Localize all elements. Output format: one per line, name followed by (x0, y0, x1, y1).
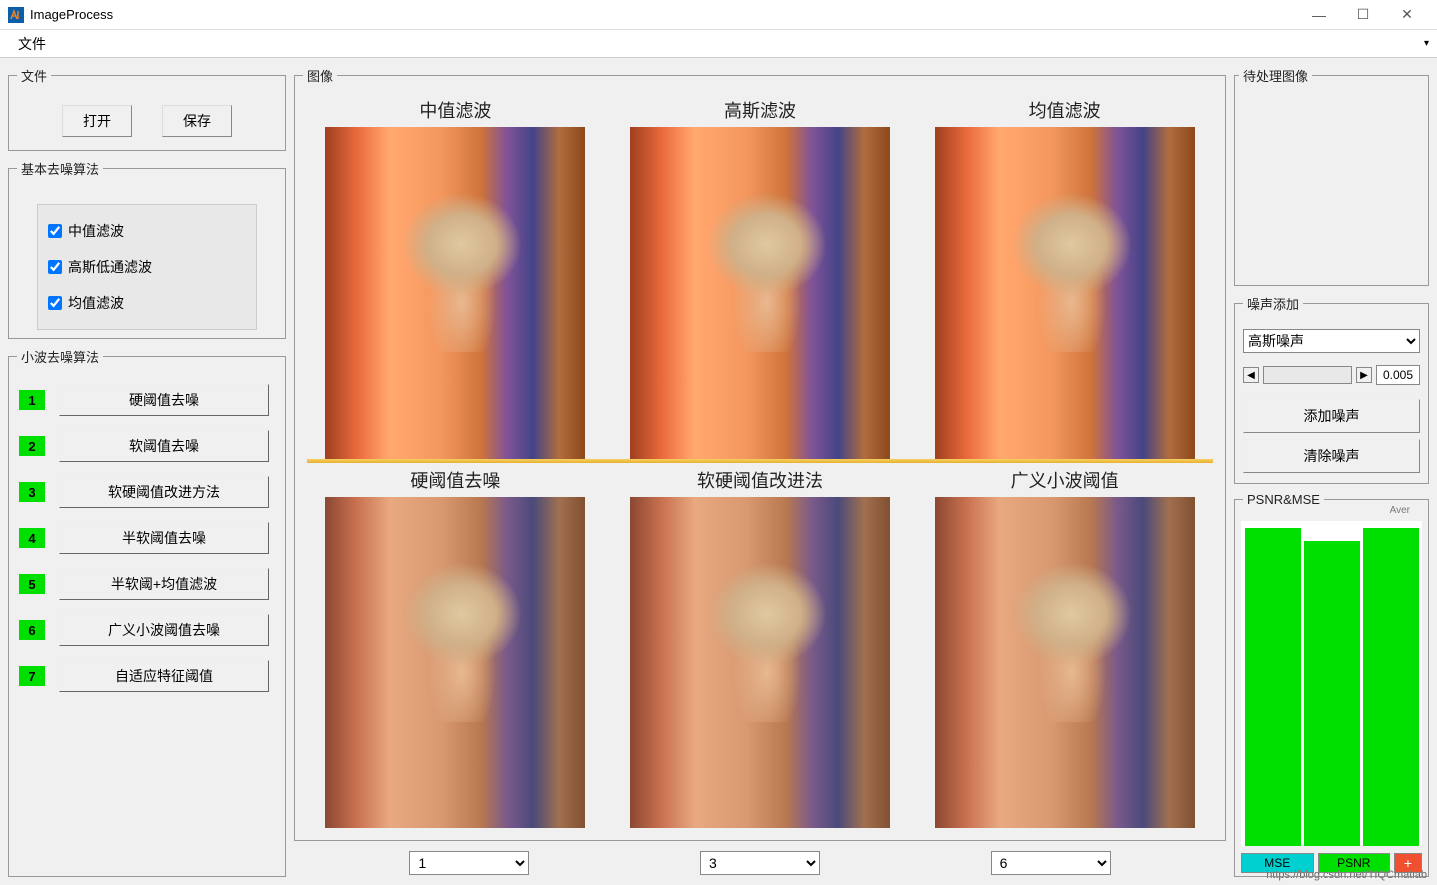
basic-denoise-panel: 基本去噪算法 中值滤波 高斯低通滤波 均值滤波 (8, 159, 286, 339)
image-cell-r2c2: 软硬阈值改进法 (612, 467, 909, 829)
wavelet-row-2: 2 软阈值去噪 (17, 430, 277, 462)
image-title-r2c1: 硬阈值去噪 (410, 467, 500, 493)
file-panel-legend: 文件 (17, 66, 51, 85)
window-title: ImageProcess (30, 7, 1307, 22)
wavelet-row-3: 3 软硬阈值改进方法 (17, 476, 277, 508)
check-median-box[interactable] (48, 224, 62, 238)
noise-slider[interactable] (1263, 366, 1352, 384)
image-title-r1c3: 均值滤波 (1029, 97, 1101, 123)
psnr-panel-legend: PSNR&MSE (1243, 492, 1324, 507)
check-mean-box[interactable] (48, 296, 62, 310)
image-r1c3 (935, 127, 1195, 459)
check-gaussian-box[interactable] (48, 260, 62, 274)
app-icon (8, 7, 24, 23)
pending-panel-legend: 待处理图像 (1239, 66, 1312, 85)
images-panel: 图像 中值滤波 高斯滤波 均值滤波 硬阈值去噪 (294, 66, 1226, 841)
wavelet-row-4: 4 半软阈值去噪 (17, 522, 277, 554)
image-cell-r1c2: 高斯滤波 (612, 97, 909, 459)
wavelet-num-2: 2 (19, 436, 45, 456)
image-title-r1c2: 高斯滤波 (724, 97, 796, 123)
legend-plus-button[interactable]: + (1394, 853, 1422, 873)
chart-bar-2 (1363, 528, 1419, 847)
noise-panel-legend: 噪声添加 (1243, 294, 1303, 313)
wavelet-button-5[interactable]: 半软阈+均值滤波 (59, 568, 269, 600)
image-r2c2 (630, 497, 890, 829)
noise-panel: 噪声添加 高斯噪声 ◀ ▶ 0.005 添加噪声 清除噪声 (1234, 294, 1429, 484)
image-cell-r1c1: 中值滤波 (307, 97, 604, 459)
psnr-aver-label: Aver (1390, 505, 1410, 516)
menu-indicator-icon[interactable]: ▾ (1424, 38, 1429, 49)
menu-bar: 文件 ▾ (0, 30, 1437, 58)
open-button[interactable]: 打开 (62, 105, 132, 137)
wavelet-button-7[interactable]: 自适应特征阈值 (59, 660, 269, 692)
check-gaussian-label: 高斯低通滤波 (68, 257, 152, 277)
wavelet-row-1: 1 硬阈值去噪 (17, 384, 277, 416)
check-median-label: 中值滤波 (68, 221, 124, 241)
legend-mse[interactable]: MSE (1241, 853, 1314, 873)
slider-left-arrow-icon[interactable]: ◀ (1243, 367, 1259, 383)
wavelet-row-5: 5 半软阈+均值滤波 (17, 568, 277, 600)
image-title-r2c3: 广义小波阈值 (1011, 467, 1119, 493)
chart-bar-1 (1304, 541, 1360, 847)
wavelet-button-3[interactable]: 软硬阈值改进方法 (59, 476, 269, 508)
wavelet-num-5: 5 (19, 574, 45, 594)
wavelet-num-3: 3 (19, 482, 45, 502)
window-titlebar: ImageProcess — ☐ ✕ (0, 0, 1437, 30)
select-col3[interactable]: 6 (991, 851, 1111, 875)
wavelet-num-1: 1 (19, 390, 45, 410)
wavelet-button-2[interactable]: 软阈值去噪 (59, 430, 269, 462)
close-button[interactable]: ✕ (1395, 3, 1419, 27)
wavelet-button-1[interactable]: 硬阈值去噪 (59, 384, 269, 416)
clear-noise-button[interactable]: 清除噪声 (1243, 439, 1420, 473)
check-median[interactable]: 中值滤波 (48, 213, 246, 249)
image-r2c1 (325, 497, 585, 829)
check-gaussian[interactable]: 高斯低通滤波 (48, 249, 246, 285)
images-panel-legend: 图像 (303, 66, 337, 85)
image-r2c3 (935, 497, 1195, 829)
wavelet-button-6[interactable]: 广义小波阈值去噪 (59, 614, 269, 646)
image-r1c2 (630, 127, 890, 459)
image-cell-r1c3: 均值滤波 (916, 97, 1213, 459)
image-cell-r2c1: 硬阈值去噪 (307, 467, 604, 829)
wavelet-row-6: 6 广义小波阈值去噪 (17, 614, 277, 646)
image-cell-r2c3: 广义小波阈值 (916, 467, 1213, 829)
wavelet-panel: 小波去噪算法 1 硬阈值去噪 2 软阈值去噪 3 软硬阈值改进方法 4 半软阈值去噪 5 半软阈+… (8, 347, 286, 877)
wavelet-button-4[interactable]: 半软阈值去噪 (59, 522, 269, 554)
image-title-r2c2: 软硬阈值改进法 (697, 467, 823, 493)
maximize-button[interactable]: ☐ (1351, 3, 1375, 27)
wavelet-panel-legend: 小波去噪算法 (17, 347, 103, 366)
chart-bar-0 (1245, 528, 1301, 847)
wavelet-num-6: 6 (19, 620, 45, 640)
slider-right-arrow-icon[interactable]: ▶ (1356, 367, 1372, 383)
image-title-r1c1: 中值滤波 (419, 97, 491, 123)
menu-file[interactable]: 文件 (10, 32, 54, 56)
psnr-mse-panel: PSNR&MSE Aver MSE PSNR + (1234, 492, 1429, 877)
check-mean[interactable]: 均值滤波 (48, 285, 246, 321)
select-col2[interactable]: 3 (700, 851, 820, 875)
basic-panel-legend: 基本去噪算法 (17, 159, 103, 178)
file-panel: 文件 打开 保存 (8, 66, 286, 151)
minimize-button[interactable]: — (1307, 3, 1331, 27)
wavelet-num-7: 7 (19, 666, 45, 686)
select-col1[interactable]: 1 (409, 851, 529, 875)
wavelet-num-4: 4 (19, 528, 45, 548)
add-noise-button[interactable]: 添加噪声 (1243, 399, 1420, 433)
check-mean-label: 均值滤波 (68, 293, 124, 313)
noise-type-select[interactable]: 高斯噪声 (1243, 329, 1420, 353)
noise-value[interactable]: 0.005 (1376, 365, 1420, 385)
wavelet-row-7: 7 自适应特征阈值 (17, 660, 277, 692)
image-r1c1 (325, 127, 585, 459)
legend-psnr[interactable]: PSNR (1318, 853, 1391, 873)
pending-image-panel: 待处理图像 (1234, 66, 1429, 286)
image-selects-row: 1 3 6 (294, 841, 1226, 877)
save-button[interactable]: 保存 (162, 105, 232, 137)
psnr-chart (1241, 521, 1422, 846)
